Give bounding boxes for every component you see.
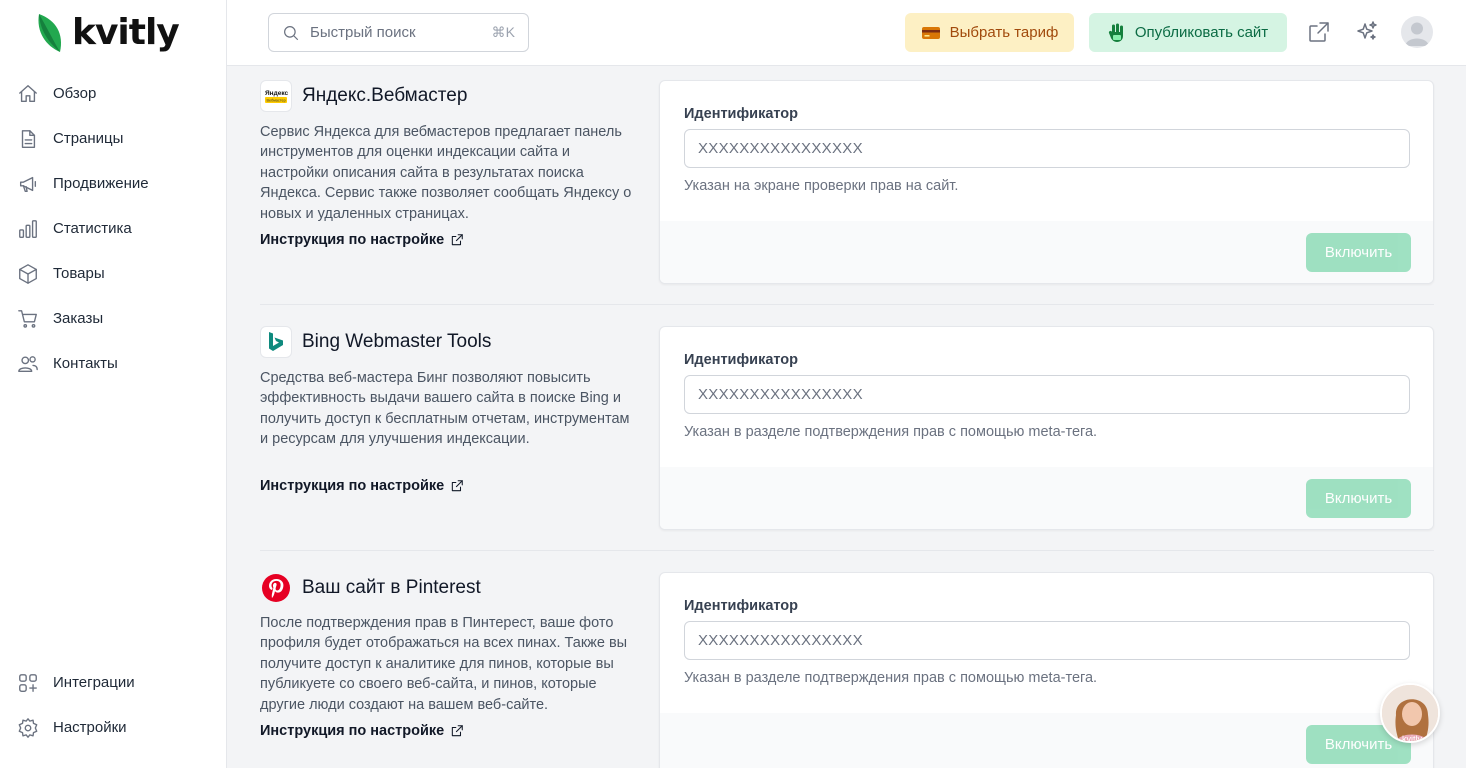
- document-icon: [17, 128, 39, 150]
- setup-instruction-link[interactable]: Инструкция по настройке: [260, 232, 464, 248]
- card-footer: Включить: [660, 221, 1433, 283]
- setup-instruction-link[interactable]: Инструкция по настройке: [260, 723, 464, 739]
- publish-site-label: Опубликовать сайт: [1134, 24, 1269, 41]
- user-icon: [1405, 22, 1429, 46]
- sidebar-item-label: Интеграции: [53, 674, 135, 691]
- external-link-icon: [452, 480, 464, 492]
- publish-site-button[interactable]: Опубликовать сайт: [1089, 13, 1287, 52]
- integration-name: Яндекс.Вебмастер: [302, 85, 468, 106]
- yandex-webmaster-logo: Яндекс Вебмастер: [260, 80, 292, 112]
- sidebar-item-label: Товары: [53, 265, 105, 282]
- choose-tariff-label: Выбрать тариф: [949, 24, 1059, 41]
- user-avatar[interactable]: [1401, 16, 1433, 48]
- integration-name: Bing Webmaster Tools: [302, 331, 492, 352]
- identifier-label: Идентификатор: [684, 106, 799, 122]
- identifier-hint: Указан на экране проверки прав на сайт.: [684, 178, 959, 194]
- external-link-icon: [452, 725, 464, 737]
- sidebar-item-overview[interactable]: Обзор: [0, 71, 226, 116]
- leaf-logo-icon: [38, 14, 62, 52]
- integration-pinterest: Ваш сайт в Pinterest После подтверждения…: [260, 572, 1434, 768]
- section-divider: [260, 550, 1434, 551]
- sidebar-item-orders[interactable]: Заказы: [0, 296, 226, 341]
- grid-plus-icon: [17, 672, 39, 694]
- publish-hand-icon: [1108, 23, 1123, 42]
- search-icon: [284, 25, 299, 40]
- external-link-icon[interactable]: [1307, 20, 1331, 44]
- sidebar-item-label: Контакты: [53, 355, 118, 372]
- integration-name: Ваш сайт в Pinterest: [302, 577, 481, 598]
- search-input[interactable]: [310, 24, 482, 41]
- sparkles-icon[interactable]: [1355, 20, 1379, 44]
- sidebar-item-label: Страницы: [53, 130, 124, 147]
- pinterest-logo-icon: [260, 572, 292, 604]
- search-shortcut: ⌘K: [491, 24, 515, 40]
- identifier-label: Идентификатор: [684, 352, 799, 368]
- setup-instruction-link[interactable]: Инструкция по настройке: [260, 478, 464, 494]
- sidebar-item-promotion[interactable]: Продвижение: [0, 161, 226, 206]
- sidebar-item-contacts[interactable]: Контакты: [0, 341, 226, 386]
- sidebar-item-settings[interactable]: Настройки: [0, 705, 226, 750]
- sidebar: kvitly Обзор Страницы Продвижение Статис…: [0, 0, 227, 768]
- sidebar-nav: Обзор Страницы Продвижение Статистика То…: [0, 71, 226, 386]
- logo-text: kvitly: [72, 12, 180, 53]
- sidebar-item-products[interactable]: Товары: [0, 251, 226, 296]
- megaphone-icon: [17, 173, 39, 195]
- sidebar-item-label: Заказы: [53, 310, 104, 327]
- card-footer: Включить: [660, 467, 1433, 529]
- integration-description: После подтверждения прав в Пинтерест, ва…: [260, 615, 628, 713]
- identifier-hint: Указан в разделе подтверждения прав с по…: [684, 424, 1098, 440]
- sidebar-item-pages[interactable]: Страницы: [0, 116, 226, 161]
- setup-instruction-label: Инструкция по настройке: [260, 478, 445, 494]
- integration-card: Идентификатор Указан в разделе подтвержд…: [659, 572, 1434, 768]
- sidebar-item-integrations[interactable]: Интеграции: [0, 660, 226, 705]
- gear-icon: [17, 717, 39, 739]
- integration-description: Сервис Яндекса для вебмастеров предлагае…: [260, 124, 632, 222]
- integration-header: Яндекс Вебмастер Яндекс.Вебмастер: [260, 80, 467, 112]
- integration-header: Bing Webmaster Tools: [260, 326, 491, 358]
- sidebar-item-label: Настройки: [53, 719, 127, 736]
- sidebar-item-label: Продвижение: [53, 175, 149, 192]
- external-link-icon: [452, 234, 464, 246]
- setup-instruction-label: Инструкция по настройке: [260, 232, 445, 248]
- cube-icon: [17, 263, 39, 285]
- bing-logo-icon: [260, 326, 292, 358]
- identifier-hint: Указан в разделе подтверждения прав с по…: [684, 670, 1098, 686]
- identifier-input[interactable]: [684, 129, 1410, 168]
- integration-description: Средства веб-мастера Бинг позволяют повы…: [260, 370, 630, 448]
- identifier-input[interactable]: [684, 621, 1410, 660]
- integration-bing: Bing Webmaster Tools Средства веб-мастер…: [260, 326, 1434, 551]
- enable-button[interactable]: Включить: [1306, 233, 1411, 272]
- card-footer: Включить: [660, 713, 1433, 768]
- integration-yandex: Яндекс Вебмастер Яндекс.Вебмастер Сервис…: [260, 80, 1434, 305]
- sidebar-item-label: Обзор: [53, 85, 97, 102]
- choose-tariff-button[interactable]: Выбрать тариф: [905, 13, 1074, 52]
- sidebar-item-label: Статистика: [53, 220, 132, 237]
- integration-header: Ваш сайт в Pinterest: [260, 572, 481, 604]
- setup-instruction-label: Инструкция по настройке: [260, 723, 445, 739]
- search-box[interactable]: ⌘K: [268, 13, 529, 52]
- identifier-input[interactable]: [684, 375, 1410, 414]
- yandex-logo-text: Яндекс: [265, 90, 289, 97]
- sidebar-bottom-nav: Интеграции Настройки: [0, 660, 226, 750]
- section-divider: [260, 304, 1434, 305]
- sidebar-item-statistics[interactable]: Статистика: [0, 206, 226, 251]
- home-icon: [17, 83, 39, 105]
- identifier-label: Идентификатор: [684, 598, 799, 614]
- yandex-logo-subtext: Вебмастер: [267, 99, 286, 103]
- support-chat-avatar[interactable]: kvitly: [1380, 683, 1440, 743]
- integration-card: Идентификатор Указан на экране проверки …: [659, 80, 1434, 284]
- credit-card-icon: [921, 26, 940, 39]
- bar-chart-icon: [17, 218, 39, 240]
- logo[interactable]: kvitly: [36, 12, 180, 54]
- cart-icon: [17, 308, 39, 330]
- top-bar: ⌘K Выбрать тариф Опубликовать сайт: [227, 0, 1466, 66]
- enable-button[interactable]: Включить: [1306, 479, 1411, 518]
- users-icon: [17, 353, 39, 375]
- integration-card: Идентификатор Указан в разделе подтвержд…: [659, 326, 1434, 530]
